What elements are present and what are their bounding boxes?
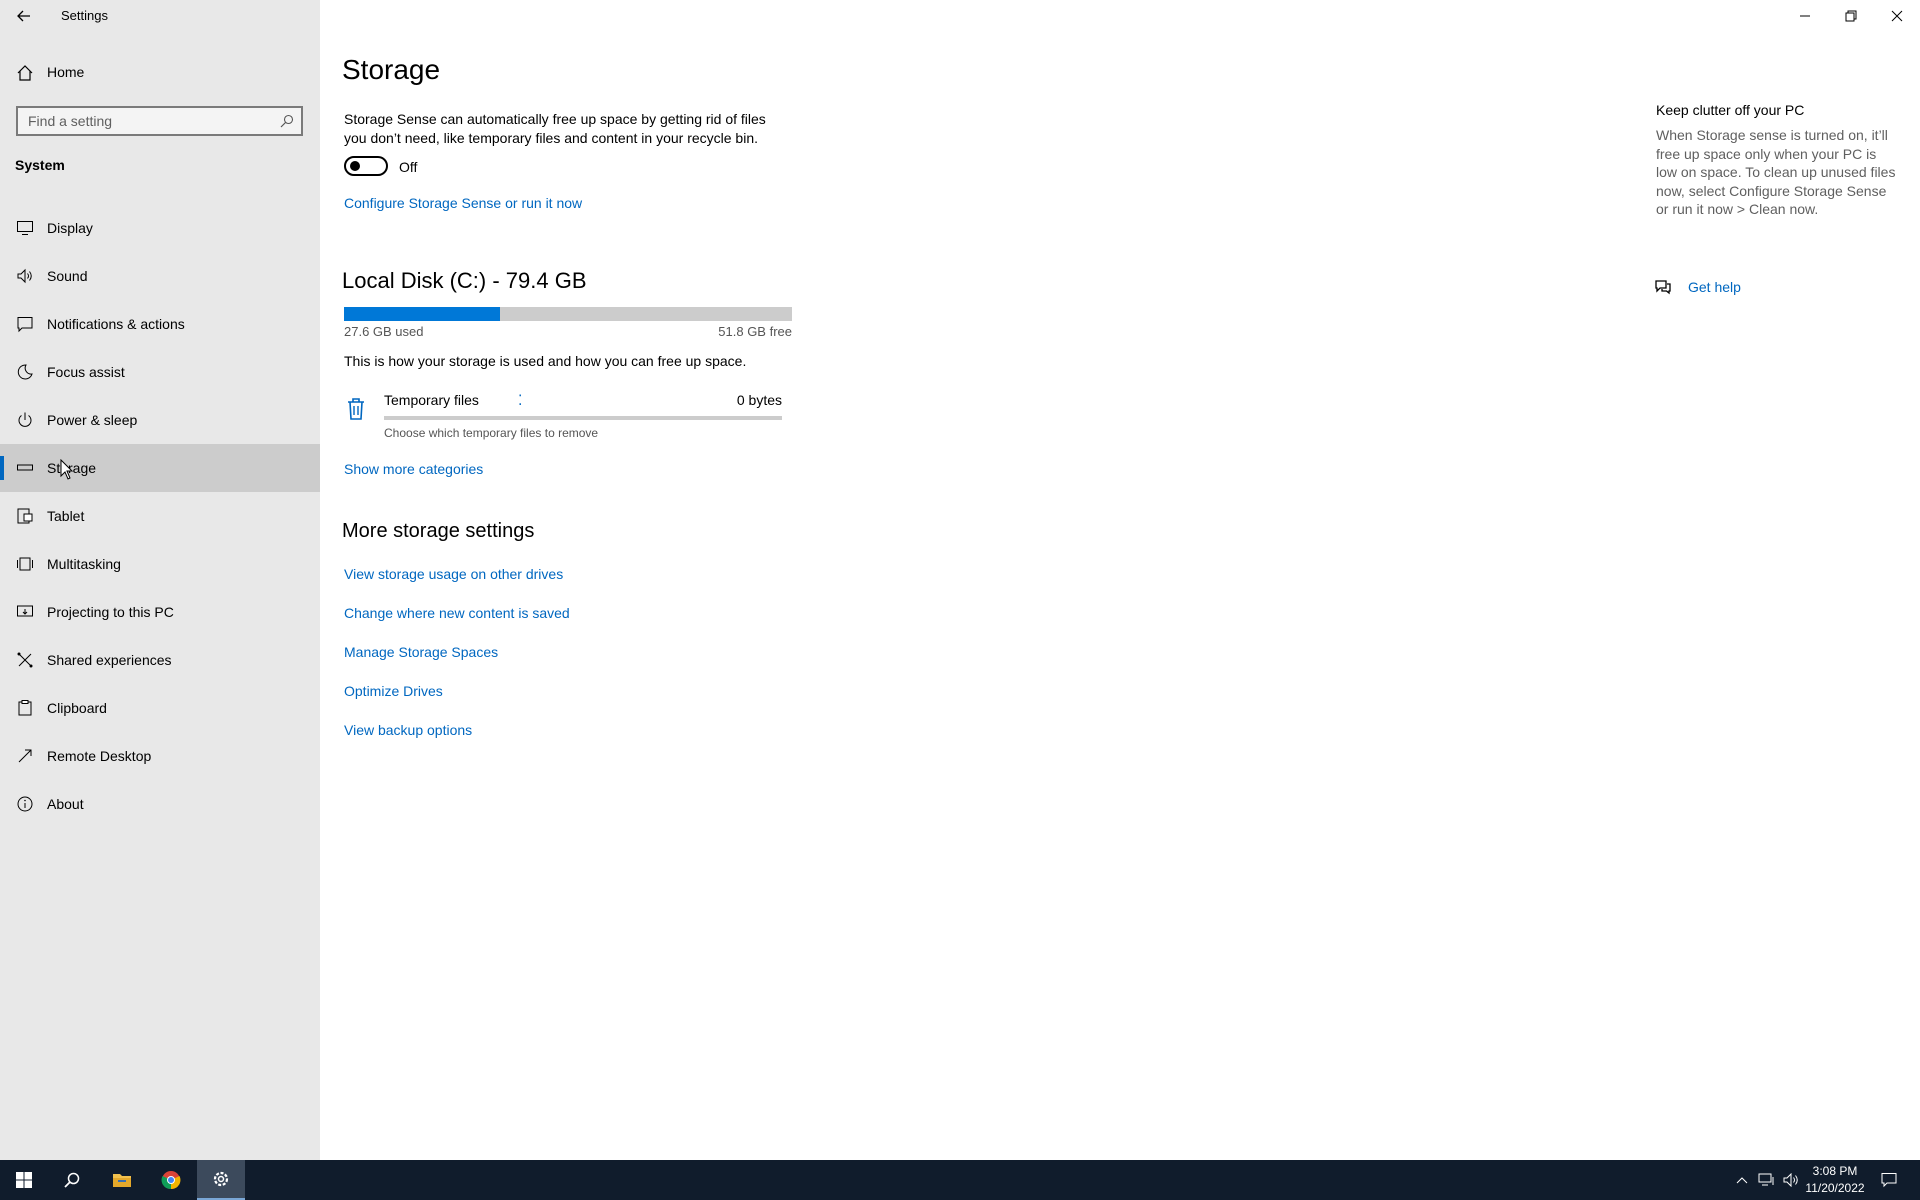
network-icon[interactable] (1756, 1160, 1778, 1200)
app-title: Settings (61, 8, 108, 23)
page-title: Storage (342, 54, 441, 85)
manage-storage-spaces-link[interactable]: Manage Storage Spaces (344, 644, 498, 660)
loading-spinner-icon: ⁚ (518, 392, 523, 408)
get-help-label: Get help (1688, 279, 1741, 295)
sidebar-nav: Display Sound Notifications & actions Fo… (0, 204, 320, 828)
search-placeholder: Find a setting (28, 113, 113, 129)
category-size: 0 bytes (736, 392, 782, 408)
view-storage-other-drives-link[interactable]: View storage usage on other drives (344, 566, 563, 582)
mouse-cursor-icon (60, 458, 74, 481)
toggle-state-label: Off (399, 159, 418, 175)
start-icon[interactable] (0, 1160, 48, 1200)
disk-free-label: 51.8 GB free (718, 324, 792, 339)
sidebar-item-label: Sound (47, 268, 88, 284)
clock-date: 11/20/2022 (1805, 1181, 1865, 1195)
sidebar-item-label: Notifications & actions (47, 316, 185, 332)
configure-storage-sense-link[interactable]: Configure Storage Sense or run it now (344, 195, 582, 211)
settings-window: Settings Home Find a setting System Disp… (0, 0, 1920, 1160)
disk-title: Local Disk (C:) - 79.4 GB (342, 268, 587, 293)
taskbar-clock[interactable]: 3:08 PM 11/20/2022 (1800, 1163, 1870, 1197)
multitasking-icon (16, 555, 34, 573)
sidebar-item-label: Home (47, 64, 85, 80)
help-text: When Storage sense is turned on, it’ll f… (1656, 127, 1896, 217)
settings-gear-icon[interactable] (197, 1160, 245, 1200)
sidebar-item-clipboard[interactable]: Clipboard (0, 684, 320, 732)
close-icon[interactable] (1874, 0, 1920, 32)
storage-sense-description: Storage Sense can automatically free up … (344, 111, 766, 146)
view-backup-options-link[interactable]: View backup options (344, 722, 472, 738)
show-more-categories-link[interactable]: Show more categories (344, 461, 483, 477)
sidebar-item-display[interactable]: Display (0, 204, 320, 252)
sidebar-item-label: Clipboard (47, 700, 107, 716)
get-help-link[interactable]: Get help (1654, 276, 1854, 298)
monitor-icon (16, 219, 34, 237)
clock-time: 3:08 PM (1812, 1164, 1858, 1178)
search-input[interactable]: Find a setting (16, 106, 303, 136)
help-heading: Keep clutter off your PC (1656, 102, 1805, 118)
search-icon[interactable] (48, 1160, 96, 1200)
shared-experiences-icon (16, 651, 34, 669)
sidebar-item-label: Remote Desktop (47, 748, 152, 764)
help-panel: Keep clutter off your PC When Storage se… (1656, 102, 1896, 219)
sidebar-item-sound[interactable]: Sound (0, 252, 320, 300)
more-storage-settings-heading: More storage settings (342, 520, 535, 542)
sidebar-item-label: Multitasking (47, 556, 121, 572)
category-description: Choose which temporary files to remove (384, 426, 599, 440)
disk-usage-fill (344, 307, 500, 321)
disk-used-label: 27.6 GB used (344, 324, 424, 339)
action-center-icon[interactable] (1874, 1160, 1904, 1200)
sidebar-item-home[interactable]: Home (0, 54, 320, 92)
category-temporary-files[interactable]: Temporary files ⁚ 0 bytes Choose which t… (344, 390, 804, 440)
projecting-icon (16, 603, 34, 621)
sidebar-item-notifications[interactable]: Notifications & actions (0, 300, 320, 348)
remote-desktop-icon (16, 747, 34, 765)
speaker-icon (16, 267, 34, 285)
chevron-up-icon[interactable] (1732, 1160, 1752, 1200)
disk-usage-bar (344, 307, 792, 321)
clipboard-icon (16, 699, 34, 717)
storage-drive-icon (16, 459, 34, 477)
restore-icon[interactable] (1828, 0, 1874, 32)
usage-description: This is how your storage is used and how… (344, 353, 747, 369)
minimize-icon[interactable] (1782, 0, 1828, 32)
sidebar-item-label: Shared experiences (47, 652, 172, 668)
sidebar-item-tablet[interactable]: Tablet (0, 492, 320, 540)
category-usage-bar (384, 416, 782, 420)
volume-icon[interactable] (1780, 1160, 1802, 1200)
back-arrow-icon[interactable] (12, 4, 36, 28)
sidebar-item-multitasking[interactable]: Multitasking (0, 540, 320, 588)
sidebar-item-label: Focus assist (47, 364, 125, 380)
change-new-content-location-link[interactable]: Change where new content is saved (344, 605, 570, 621)
sidebar-item-projecting[interactable]: Projecting to this PC (0, 588, 320, 636)
search-icon[interactable] (279, 113, 295, 129)
sidebar-item-label: Projecting to this PC (47, 604, 174, 620)
file-explorer-icon[interactable] (98, 1160, 146, 1200)
category-name: Temporary files (384, 392, 479, 408)
tablet-icon (16, 507, 34, 525)
sidebar-item-about[interactable]: About (0, 780, 320, 828)
toggle-knob (350, 161, 360, 171)
storage-sense-toggle[interactable] (344, 156, 388, 176)
sidebar-item-remote-desktop[interactable]: Remote Desktop (0, 732, 320, 780)
chat-help-icon (1654, 278, 1672, 296)
sidebar-item-label: Power & sleep (47, 412, 138, 428)
sidebar-item-label: About (47, 796, 84, 812)
section-title: System (15, 157, 65, 173)
sidebar-item-label: Tablet (47, 508, 85, 524)
taskbar: 3:08 PM 11/20/2022 (0, 1160, 1920, 1200)
optimize-drives-link[interactable]: Optimize Drives (344, 683, 443, 699)
sidebar-item-power-sleep[interactable]: Power & sleep (0, 396, 320, 444)
sidebar-item-storage[interactable]: Storage (0, 444, 320, 492)
sidebar-item-shared-experiences[interactable]: Shared experiences (0, 636, 320, 684)
chrome-icon[interactable] (147, 1160, 195, 1200)
moon-icon (16, 363, 34, 381)
sidebar-item-focus-assist[interactable]: Focus assist (0, 348, 320, 396)
home-icon (16, 64, 34, 82)
sidebar-item-label: Display (47, 220, 93, 236)
notification-icon (16, 315, 34, 333)
trash-icon (344, 396, 368, 422)
sidebar: Settings Home Find a setting System Disp… (0, 0, 320, 1160)
power-icon (16, 411, 34, 429)
info-icon (16, 795, 34, 813)
